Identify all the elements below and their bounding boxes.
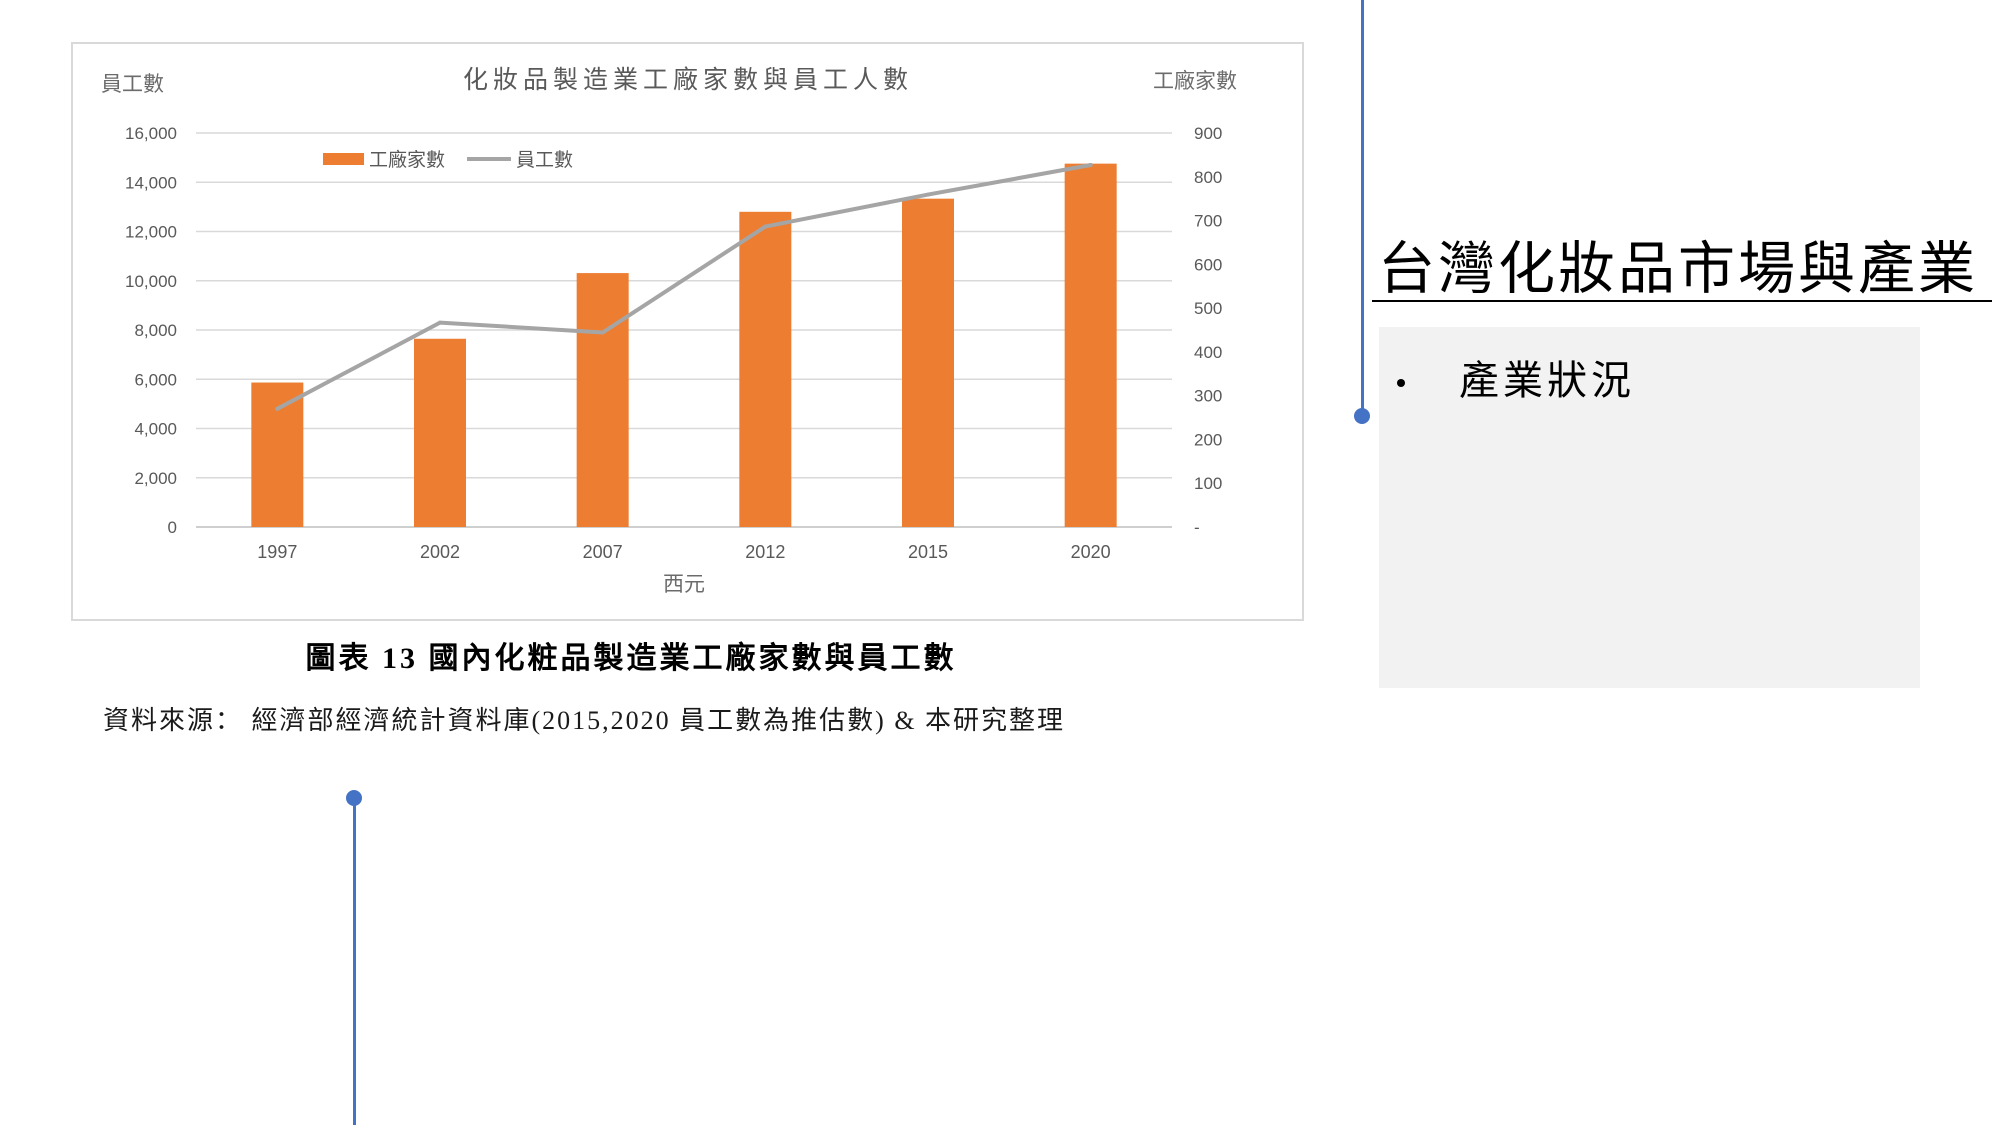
- factory-count-bar: [739, 211, 792, 528]
- factory-count-bar: [414, 338, 466, 527]
- bullet-icon: [1397, 379, 1405, 387]
- x-tick-label: 2012: [745, 542, 785, 562]
- right-y-tick-label: -: [1194, 518, 1200, 537]
- employee-count-point: [275, 406, 280, 411]
- top-accent-line: [1361, 0, 1364, 416]
- figure-source: 資料來源： 經濟部經濟統計資料庫(2015,2020 員工數為推估數) & 本研…: [103, 706, 1066, 735]
- right-y-tick-label: 600: [1194, 255, 1222, 274]
- bullet-item: 產業狀況: [1459, 358, 1635, 404]
- bottom-accent-line: [353, 798, 356, 1125]
- left-y-tick-label: 12,000: [125, 223, 177, 242]
- figure-caption: 圖表 13 國內化粧品製造業工廠家數與員工數: [305, 642, 957, 675]
- left-y-tick-label: 0: [168, 518, 177, 537]
- x-tick-label: 2015: [908, 542, 948, 562]
- factory-count-bar: [902, 198, 954, 527]
- x-tick-label: 2007: [583, 542, 623, 562]
- chart-frame: [71, 42, 1304, 621]
- left-y-axis-title: 員工數: [101, 73, 164, 96]
- factory-count-bar: [576, 273, 629, 527]
- legend-swatch-factory-count: [323, 153, 364, 165]
- slide-title-text: 台灣化妝品市場與產業: [1378, 238, 1978, 302]
- right-y-axis-title: 工廠家數: [1153, 70, 1237, 93]
- right-y-tick-label: 100: [1194, 474, 1222, 493]
- employee-count-point: [600, 330, 605, 335]
- right-y-tick-label: 400: [1194, 343, 1222, 362]
- employee-count-point: [926, 192, 930, 197]
- right-y-tick-label: 300: [1194, 387, 1222, 406]
- right-y-tick-label: 500: [1194, 299, 1222, 318]
- top-accent-dot: [1354, 408, 1370, 424]
- legend-label-employee-count: 員工數: [516, 149, 573, 171]
- right-y-tick-label: 800: [1194, 168, 1222, 187]
- legend-label-factory-count: 工廠家數: [369, 148, 445, 171]
- right-y-tick-label: 900: [1194, 124, 1222, 143]
- left-y-tick-label: 10,000: [125, 272, 177, 291]
- factory-count-bar: [251, 382, 304, 527]
- bottom-accent-dot: [346, 790, 362, 806]
- left-y-tick-label: 4,000: [134, 420, 177, 439]
- chart: 0 2,000 4,000 6,000 8,000 10,000 12,000 14,000 1…: [71, 42, 1304, 621]
- chart-title: 化妝品製造業工廠家數與員工人數: [463, 65, 913, 94]
- right-y-tick-label: 200: [1194, 430, 1222, 449]
- x-axis-title: 西元: [663, 573, 705, 596]
- left-y-tick-label: 2,000: [134, 469, 177, 488]
- left-y-tick-label: 6,000: [134, 370, 177, 389]
- employee-count-point: [1088, 163, 1093, 168]
- slide-title: 台灣化妝品市場與產業: [1372, 238, 1992, 302]
- x-tick-label: 2002: [420, 542, 460, 562]
- employee-count-point: [763, 224, 768, 229]
- right-y-tick-label: 700: [1194, 212, 1222, 231]
- left-y-tick-label: 14,000: [125, 173, 177, 192]
- left-y-tick-label: 16,000: [125, 124, 177, 143]
- left-y-tick-label: 8,000: [134, 321, 177, 340]
- factory-count-bar: [1064, 163, 1117, 527]
- content-panel: 產業狀況: [1379, 327, 1920, 688]
- x-tick-label: 2020: [1071, 542, 1111, 562]
- x-tick-label: 1997: [257, 542, 297, 562]
- employee-count-point: [438, 320, 442, 325]
